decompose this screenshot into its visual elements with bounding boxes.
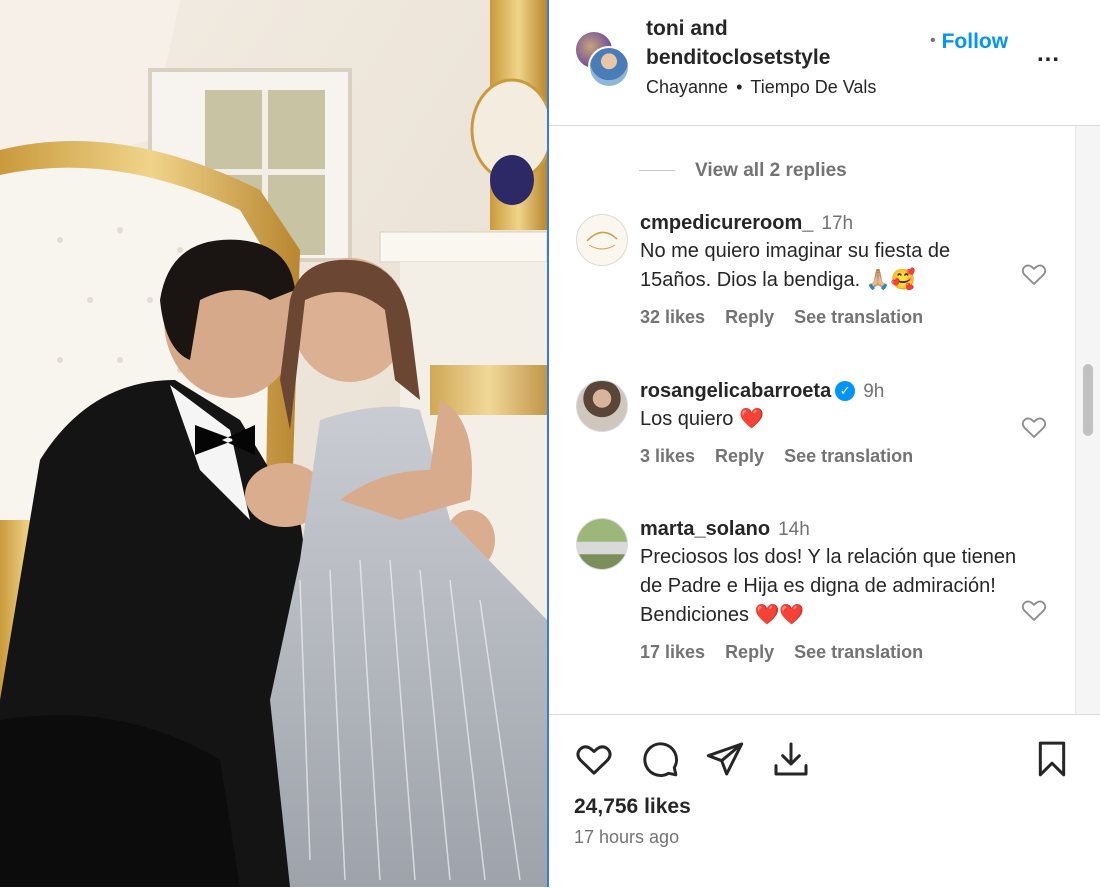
- follow-button[interactable]: Follow: [942, 30, 1009, 53]
- post-timestamp[interactable]: 17 hours ago: [574, 827, 679, 848]
- scrollbar-thumb[interactable]: [1083, 364, 1093, 436]
- author-line-1[interactable]: toni and: [646, 14, 830, 43]
- comment-icon[interactable]: [640, 739, 680, 779]
- separator-dot: •: [736, 77, 743, 97]
- verified-icon: ✓: [835, 381, 856, 401]
- replies-line: [639, 170, 675, 172]
- comment-body: marta_solano 14h Preciosos los dos! Y la …: [640, 518, 1020, 663]
- comment-body: rosangelicabarroeta ✓ 9h Los quiero ❤️ 3 l…: [640, 380, 1020, 467]
- view-replies-label[interactable]: View all 2 replies: [695, 160, 847, 181]
- post-side-panel: toni and benditoclosetstyle Chayanne • Tie…: [549, 0, 1100, 887]
- avatar[interactable]: [588, 46, 630, 88]
- heart-icon[interactable]: [1020, 413, 1048, 441]
- audio-title[interactable]: Tiempo De Vals: [750, 77, 876, 97]
- salon-logo-icon: [586, 231, 618, 250]
- comment-text: No me quiero imaginar su fiesta de 15año…: [640, 240, 951, 291]
- view-replies-link[interactable]: View all 2 replies: [639, 160, 847, 182]
- comment-body: cmpedicureroom_ 17h No me quiero imaginar…: [640, 212, 1020, 328]
- see-translation-button[interactable]: See translation: [794, 307, 923, 327]
- post-photo-illustration: [0, 0, 547, 887]
- like-count[interactable]: 24,756 likes: [574, 795, 691, 819]
- post-header: toni and benditoclosetstyle Chayanne • Tie…: [549, 0, 1100, 126]
- avatar[interactable]: [576, 380, 628, 432]
- heart-icon[interactable]: [1020, 260, 1048, 288]
- comment-text: Preciosos los dos! Y la relación que tie…: [640, 546, 1017, 626]
- comment-likes[interactable]: 17 likes: [640, 642, 705, 662]
- follow-control: • Follow: [930, 30, 1008, 54]
- comment-meta: 32 likes Reply See translation: [640, 307, 1020, 328]
- post-photo[interactable]: [0, 0, 547, 887]
- comment-likes[interactable]: 32 likes: [640, 307, 705, 327]
- more-options-icon[interactable]: ...: [1037, 40, 1060, 68]
- reply-button[interactable]: Reply: [715, 446, 764, 466]
- post-author[interactable]: toni and benditoclosetstyle: [646, 14, 830, 72]
- download-icon[interactable]: [771, 739, 811, 779]
- comments-list: View all 2 replies cmpedicureroom_ 17h No…: [549, 126, 1100, 714]
- comment-likes[interactable]: 3 likes: [640, 446, 695, 466]
- author-line-2[interactable]: benditoclosetstyle: [646, 43, 830, 72]
- comment-time[interactable]: 14h: [778, 519, 810, 540]
- avatar[interactable]: [576, 518, 628, 570]
- comment-username[interactable]: rosangelicabarroeta: [640, 380, 831, 402]
- see-translation-button[interactable]: See translation: [784, 446, 913, 466]
- comment-username[interactable]: cmpedicureroom_: [640, 212, 813, 234]
- reply-button[interactable]: Reply: [725, 642, 774, 662]
- reply-button[interactable]: Reply: [725, 307, 774, 327]
- avatar[interactable]: [576, 214, 628, 266]
- heart-icon[interactable]: [574, 739, 614, 779]
- audio-artist[interactable]: Chayanne: [646, 77, 728, 97]
- separator-dot: •: [930, 32, 936, 49]
- comment-time[interactable]: 9h: [863, 381, 884, 402]
- collab-avatars[interactable]: [574, 30, 630, 88]
- comments-scrollbar[interactable]: [1075, 126, 1100, 714]
- post-actions: 24,756 likes 17 hours ago: [549, 714, 1100, 888]
- comment-text: Los quiero ❤️: [640, 408, 764, 430]
- see-translation-button[interactable]: See translation: [794, 642, 923, 662]
- heart-icon[interactable]: [1020, 596, 1048, 624]
- comment-meta: 3 likes Reply See translation: [640, 446, 1020, 467]
- audio-info[interactable]: Chayanne • Tiempo De Vals: [646, 77, 876, 98]
- bookmark-icon[interactable]: [1032, 739, 1072, 779]
- comment-username[interactable]: marta_solano: [640, 518, 770, 540]
- share-icon[interactable]: [705, 739, 745, 779]
- comment-time[interactable]: 17h: [821, 213, 853, 234]
- comment-meta: 17 likes Reply See translation: [640, 642, 1020, 663]
